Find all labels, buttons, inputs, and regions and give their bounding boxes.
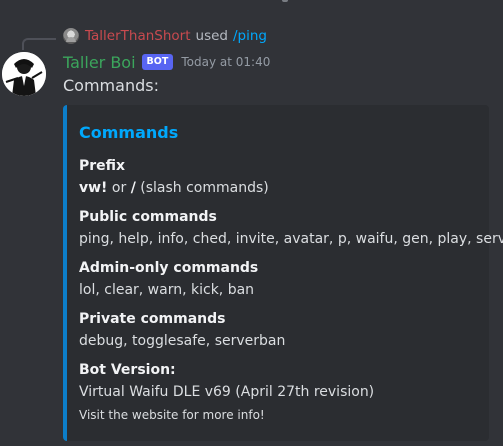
field-value: debug, togglesafe, serverban: [79, 333, 286, 349]
message-timestamp[interactable]: Today at 01:40: [181, 55, 270, 69]
field-value: lol, clear, warn, kick, ban: [79, 282, 255, 298]
embed-field-prefix: Prefix vw! or / (slash commands): [79, 157, 269, 198]
author-username[interactable]: Taller Boi: [63, 53, 136, 72]
previous-message-edge: [0, 0, 503, 8]
reply-used-text: used: [195, 28, 228, 44]
or-text: or: [107, 180, 131, 196]
embed-footer: Visit the website for more info!: [79, 408, 265, 422]
embed: Commands Prefix vw! or / (slash commands…: [63, 105, 503, 441]
embed-title: Commands: [79, 123, 179, 142]
bot-badge: BOT: [141, 54, 174, 70]
avatar[interactable]: [2, 52, 46, 96]
field-name: Admin-only commands: [79, 260, 259, 276]
field-name: Public commands: [79, 209, 217, 225]
embed-field-private: Private commands debug, togglesafe, serv…: [79, 310, 285, 351]
embed-field-version: Bot Version: Virtual Waifu DLE v69 (Apri…: [79, 361, 374, 402]
embed-field-admin: Admin-only commands lol, clear, warn, ki…: [79, 259, 258, 300]
field-name: Bot Version:: [79, 362, 176, 378]
field-value: ping, help, info, ched, invite, avatar, …: [79, 231, 503, 247]
message-header: Taller Boi BOT Today at 01:40: [63, 51, 270, 73]
reply-username[interactable]: TallerThanShort: [85, 28, 191, 44]
field-value: Virtual Waifu DLE v69 (April 27th revisi…: [79, 384, 375, 400]
message-content: Commands:: [63, 76, 159, 95]
field-name: Prefix: [79, 158, 126, 174]
field-value: vw! or / (slash commands): [79, 178, 269, 198]
embed-field-public: Public commands ping, help, info, ched, …: [79, 208, 503, 249]
reply-reference[interactable]: TallerThanShort used /ping: [63, 26, 267, 46]
avatar-icon: [2, 52, 46, 96]
reply-avatar-icon[interactable]: [63, 28, 79, 44]
reply-command[interactable]: /ping: [233, 28, 267, 44]
field-name: Private commands: [79, 311, 226, 327]
slash-suffix-text: (slash commands): [135, 180, 269, 196]
reply-connector: [22, 38, 56, 50]
prefix-text: vw!: [79, 180, 108, 196]
